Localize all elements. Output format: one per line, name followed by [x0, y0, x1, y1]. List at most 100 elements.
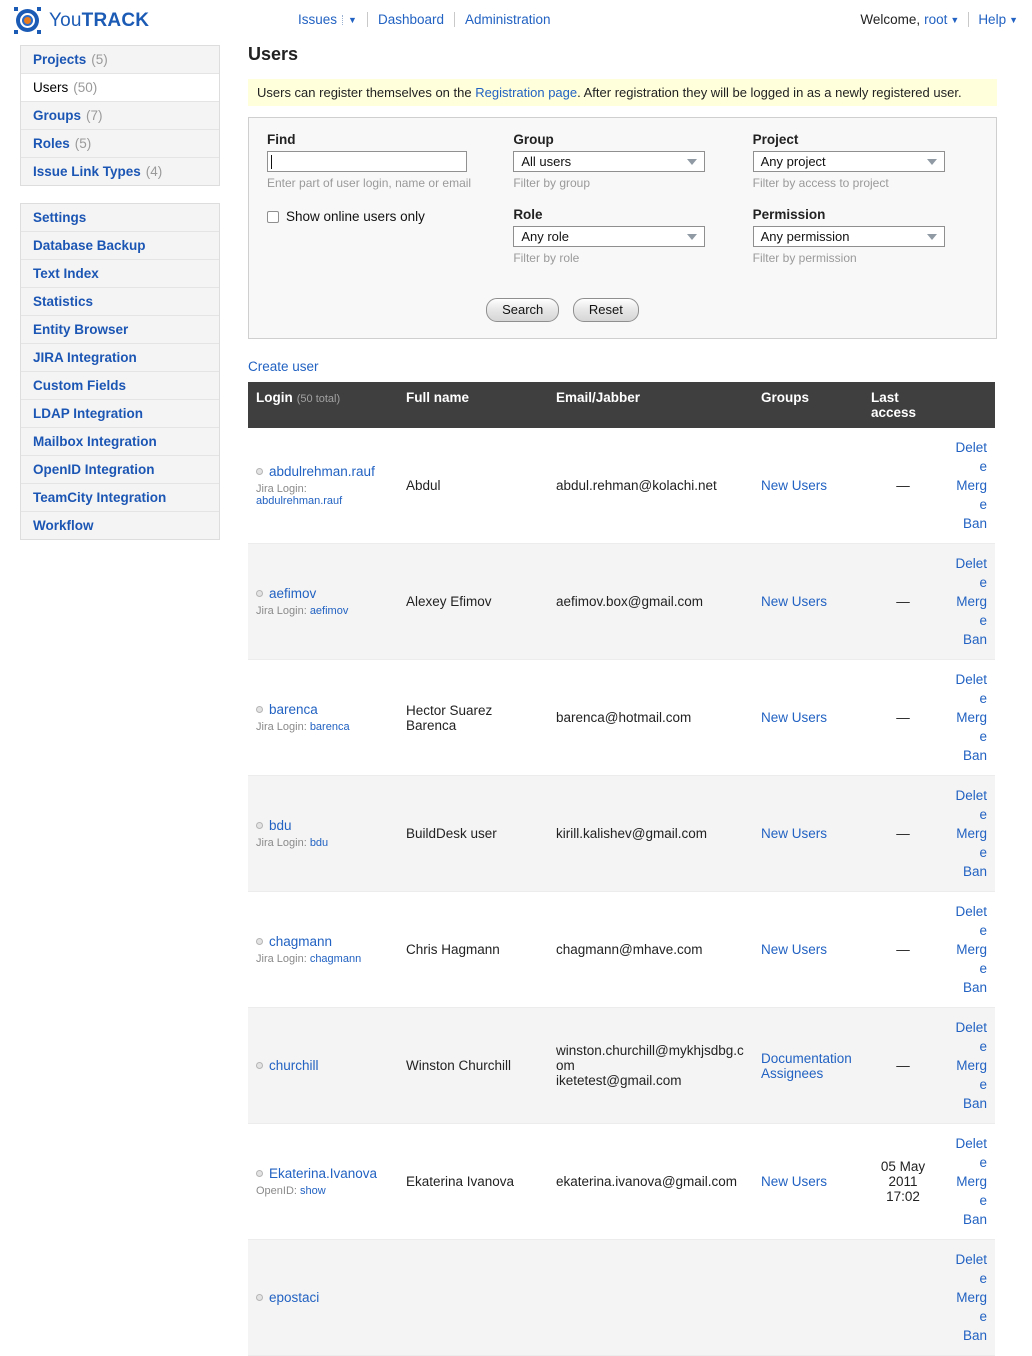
ban-user-link[interactable]: Ban — [951, 862, 987, 881]
group-link[interactable]: New Users — [761, 1174, 827, 1189]
sidebar-item-workflow[interactable]: Workflow — [21, 512, 219, 539]
group-link[interactable]: New Users — [761, 942, 827, 957]
groups-cell: New Users — [753, 1124, 863, 1240]
merge-user-link[interactable]: Merge — [951, 1056, 987, 1094]
sidebar-item-label[interactable]: Mailbox Integration — [33, 434, 157, 449]
row-actions-cell: DeleteMergeBan — [943, 1240, 995, 1356]
sidebar-item-label[interactable]: Issue Link Types — [33, 164, 141, 179]
sidebar-item-label[interactable]: Custom Fields — [33, 378, 126, 393]
sidebar-item-label[interactable]: OpenID Integration — [33, 462, 155, 477]
sidebar-item-custom-fields[interactable]: Custom Fields — [21, 372, 219, 400]
group-select[interactable]: All users — [513, 151, 705, 172]
sidebar-item-openid-integration[interactable]: OpenID Integration — [21, 456, 219, 484]
ban-user-link[interactable]: Ban — [951, 1326, 987, 1345]
delete-user-link[interactable]: Delete — [951, 902, 987, 940]
ban-user-link[interactable]: Ban — [951, 630, 987, 649]
merge-user-link[interactable]: Merge — [951, 1288, 987, 1326]
delete-user-link[interactable]: Delete — [951, 438, 987, 476]
sidebar-item-settings[interactable]: Settings — [21, 204, 219, 232]
ban-user-link[interactable]: Ban — [951, 1094, 987, 1113]
project-select[interactable]: Any project — [753, 151, 945, 172]
login-sub-value-link[interactable]: abdulrehman.rauf — [256, 495, 342, 507]
search-button[interactable]: Search — [486, 298, 559, 322]
group-link[interactable]: New Users — [761, 478, 827, 493]
sidebar-item-label[interactable]: Roles — [33, 136, 70, 151]
user-login-link[interactable]: churchill — [269, 1058, 319, 1073]
group-link[interactable]: New Users — [761, 710, 827, 725]
delete-user-link[interactable]: Delete — [951, 554, 987, 592]
sidebar-item-label[interactable]: Workflow — [33, 518, 94, 533]
sidebar-item-label[interactable]: Groups — [33, 108, 81, 123]
merge-user-link[interactable]: Merge — [951, 476, 987, 514]
user-login-link[interactable]: barenca — [269, 702, 318, 717]
reset-button[interactable]: Reset — [573, 298, 639, 322]
find-input[interactable] — [267, 151, 467, 172]
sidebar-item-label[interactable]: Text Index — [33, 266, 99, 281]
ban-user-link[interactable]: Ban — [951, 978, 987, 997]
create-user-link[interactable]: Create user — [248, 359, 319, 374]
group-link[interactable]: New Users — [761, 594, 827, 609]
sidebar-item-label[interactable]: JIRA Integration — [33, 350, 137, 365]
sidebar-item-text-index[interactable]: Text Index — [21, 260, 219, 288]
sidebar-item-issue-link-types[interactable]: Issue Link Types(4) — [21, 158, 219, 185]
delete-user-link[interactable]: Delete — [951, 670, 987, 708]
nav-dashboard[interactable]: Dashboard — [378, 12, 444, 27]
group-link[interactable]: Documentation Assignees — [761, 1051, 852, 1081]
role-select[interactable]: Any role — [513, 226, 705, 247]
user-login-link[interactable]: epostaci — [269, 1290, 319, 1305]
sidebar-item-roles[interactable]: Roles(5) — [21, 130, 219, 158]
user-login-link[interactable]: Ekaterina.Ivanova — [269, 1166, 377, 1181]
sidebar-item-label[interactable]: Database Backup — [33, 238, 146, 253]
sidebar-item-mailbox-integration[interactable]: Mailbox Integration — [21, 428, 219, 456]
delete-user-link[interactable]: Delete — [951, 1018, 987, 1056]
merge-user-link[interactable]: Merge — [951, 592, 987, 630]
sidebar-item-label[interactable]: TeamCity Integration — [33, 490, 166, 505]
delete-user-link[interactable]: Delete — [951, 786, 987, 824]
sidebar-item-groups[interactable]: Groups(7) — [21, 102, 219, 130]
sidebar-item-label[interactable]: Projects — [33, 52, 86, 67]
delete-user-link[interactable]: Delete — [951, 1250, 987, 1288]
sidebar-item-label: Users — [33, 80, 68, 95]
user-login-link[interactable]: bdu — [269, 818, 292, 833]
main-nav: Issues ▼ Dashboard Administration — [298, 12, 551, 27]
sidebar-item-jira-integration[interactable]: JIRA Integration — [21, 344, 219, 372]
online-users-checkbox-row[interactable]: Show online users only — [267, 209, 513, 224]
user-menu[interactable]: root — [924, 12, 947, 27]
sidebar-item-database-backup[interactable]: Database Backup — [21, 232, 219, 260]
login-sub-value-link[interactable]: show — [300, 1185, 326, 1197]
online-users-checkbox[interactable] — [267, 211, 279, 223]
youtrack-logo[interactable]: YouTRACK — [14, 7, 149, 34]
merge-user-link[interactable]: Merge — [951, 1172, 987, 1210]
user-login-link[interactable]: abdulrehman.rauf — [269, 464, 375, 479]
login-sub-value-link[interactable]: chagmann — [310, 953, 361, 965]
merge-user-link[interactable]: Merge — [951, 824, 987, 862]
ban-user-link[interactable]: Ban — [951, 1210, 987, 1229]
help-menu-caret-icon[interactable]: ▼ — [1009, 15, 1018, 25]
nav-administration[interactable]: Administration — [465, 12, 551, 27]
sidebar-item-ldap-integration[interactable]: LDAP Integration — [21, 400, 219, 428]
user-menu-caret-icon[interactable]: ▼ — [950, 15, 959, 25]
delete-user-link[interactable]: Delete — [951, 1134, 987, 1172]
sidebar-item-teamcity-integration[interactable]: TeamCity Integration — [21, 484, 219, 512]
login-sub-value-link[interactable]: barenca — [310, 721, 350, 733]
sidebar-item-projects[interactable]: Projects(5) — [21, 46, 219, 74]
sidebar-item-label[interactable]: LDAP Integration — [33, 406, 143, 421]
user-login-link[interactable]: chagmann — [269, 934, 332, 949]
sidebar-item-label[interactable]: Settings — [33, 210, 86, 225]
registration-page-link[interactable]: Registration page — [475, 85, 577, 100]
sidebar-item-label[interactable]: Statistics — [33, 294, 93, 309]
group-link[interactable]: New Users — [761, 826, 827, 841]
help-menu[interactable]: Help — [978, 12, 1006, 27]
ban-user-link[interactable]: Ban — [951, 514, 987, 533]
merge-user-link[interactable]: Merge — [951, 708, 987, 746]
ban-user-link[interactable]: Ban — [951, 746, 987, 765]
login-sub-value-link[interactable]: bdu — [310, 837, 328, 849]
sidebar-item-users[interactable]: Users(50) — [21, 74, 219, 102]
issues-dropdown-caret-icon[interactable]: ▼ — [342, 15, 357, 25]
login-sub-value-link[interactable]: aefimov — [310, 605, 349, 617]
sidebar-item-label[interactable]: Entity Browser — [33, 322, 128, 337]
merge-user-link[interactable]: Merge — [951, 940, 987, 978]
permission-select[interactable]: Any permission — [753, 226, 945, 247]
user-login-link[interactable]: aefimov — [269, 586, 316, 601]
nav-issues[interactable]: Issues — [298, 12, 337, 27]
